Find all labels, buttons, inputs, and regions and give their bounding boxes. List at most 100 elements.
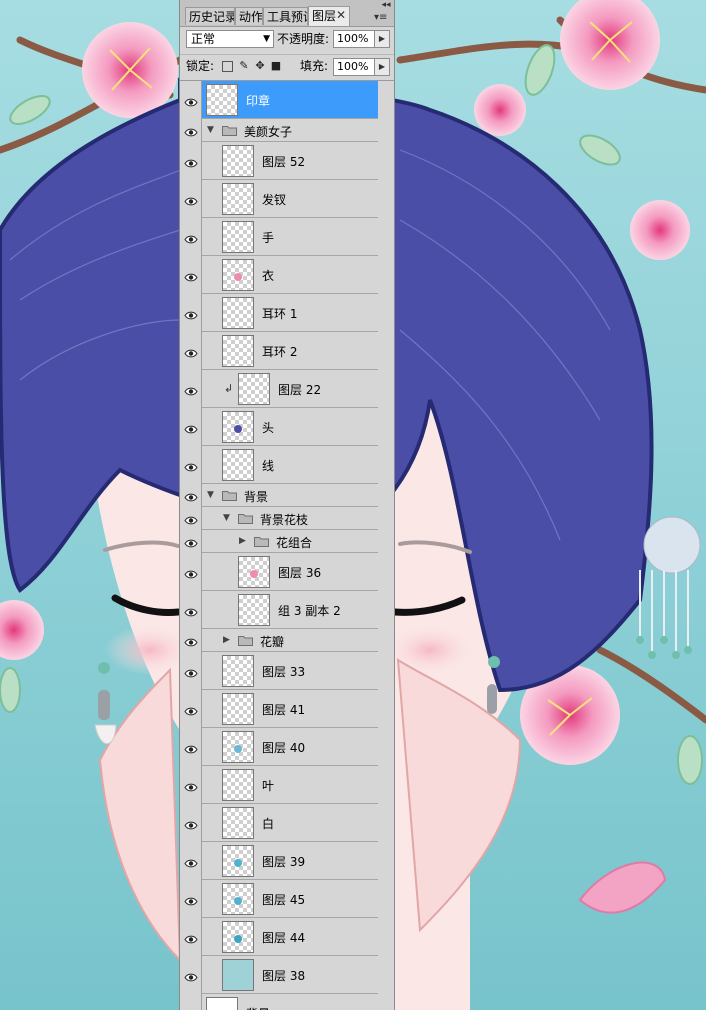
layer-row-24[interactable]: 图层 45 [180,880,394,918]
layer-thumbnail [222,183,254,215]
layer-row-18[interactable]: 图层 33 [180,652,394,690]
tab-tool-presets[interactable]: 工具预设 [263,7,308,25]
layer-row-1[interactable]: 印章 [180,81,394,119]
visibility-toggle[interactable] [180,142,202,180]
expand-triangle-closed-icon[interactable]: ▶ [239,536,246,546]
visibility-toggle[interactable] [180,370,202,408]
layer-row-15[interactable]: 图层 36 [180,553,394,591]
layer-row-4[interactable]: 发钗 [180,180,394,218]
visibility-toggle[interactable] [180,553,202,591]
layer-group-row-12[interactable]: ▼ 背景 [180,484,394,507]
layer-name: 背景花枝 [260,513,309,527]
layer-row-10[interactable]: 头 [180,408,394,446]
visibility-toggle[interactable] [180,842,202,880]
visibility-toggle[interactable] [180,484,202,507]
layer-row-25[interactable]: 图层 44 [180,918,394,956]
lock-position-move-icon[interactable]: ✥ [254,60,266,72]
eye-icon [184,781,198,792]
visibility-toggle[interactable] [180,766,202,804]
eye-icon [184,157,198,168]
visibility-toggle[interactable] [180,446,202,484]
lock-transparency-icon[interactable] [222,61,233,72]
visibility-toggle[interactable] [180,690,202,728]
panel-menu-icon[interactable]: ▾≡ [374,12,390,24]
panel-collapse-icon[interactable]: ◂◂ [380,0,392,10]
visibility-toggle[interactable] [180,804,202,842]
layer-row-11[interactable]: 线 [180,446,394,484]
visibility-toggle[interactable] [180,918,202,956]
visibility-toggle[interactable] [180,294,202,332]
expand-triangle-open-icon[interactable]: ▼ [207,125,214,135]
layer-thumbnail [222,655,254,687]
fill-slider-toggle-icon[interactable]: ▶ [374,58,390,76]
visibility-toggle[interactable] [180,332,202,370]
layer-group-row-2[interactable]: ▼ 美颜女子 [180,119,394,142]
layer-content: ▼ 背景花枝 [202,507,378,530]
opacity-slider-toggle-icon[interactable]: ▶ [374,30,390,48]
layer-content: 发钗 [202,180,378,218]
lock-pixels-brush-icon[interactable]: ✎ [238,60,250,72]
visibility-toggle[interactable] [180,180,202,218]
layer-name: 图层 40 [262,741,306,755]
layer-row-3[interactable]: 图层 52 [180,142,394,180]
layer-name: 白 [262,817,275,831]
visibility-toggle[interactable] [180,994,202,1010]
layer-content: 图层 40 [202,728,378,766]
layer-row-26[interactable]: 图层 38 [180,956,394,994]
layer-row-21[interactable]: 叶 [180,766,394,804]
blend-mode-select[interactable]: 正常 ▼ [186,30,274,48]
layer-row-9[interactable]: ↲ 图层 22 [180,370,394,408]
visibility-toggle[interactable] [180,408,202,446]
folder-icon [222,490,237,501]
layer-name: 背景 [244,490,269,504]
visibility-toggle[interactable] [180,507,202,530]
visibility-toggle[interactable] [180,218,202,256]
layer-row-8[interactable]: 耳环 2 [180,332,394,370]
thumbnail-artwork [234,859,242,867]
tab-close-icon[interactable]: ✕ [335,9,347,21]
layer-content: 组 3 副本 2 [202,591,378,629]
layer-row-19[interactable]: 图层 41 [180,690,394,728]
visibility-toggle[interactable] [180,728,202,766]
layer-group-row-14[interactable]: ▶ 花组合 [180,530,394,553]
folder-icon [238,513,253,524]
layers-panel: 历史记录 动作 工具预设 图层 ✕ ◂◂ ▾≡ 正常 ▼ 不透明度: 100% … [179,0,395,1010]
visibility-toggle[interactable] [180,256,202,294]
layer-name: 图层 52 [262,155,306,169]
blend-row: 正常 ▼ 不透明度: 100% ▶ [180,27,394,53]
layer-group-row-17[interactable]: ▶ 花瓣 [180,629,394,652]
opacity-input[interactable]: 100% [333,30,375,48]
fill-label: 填充: [300,59,329,73]
tab-actions[interactable]: 动作 [235,7,263,25]
layer-row-20[interactable]: 图层 40 [180,728,394,766]
lock-all-icon[interactable]: ■ [270,60,282,72]
tab-history[interactable]: 历史记录 [185,7,235,25]
visibility-toggle[interactable] [180,591,202,629]
expand-triangle-closed-icon[interactable]: ▶ [223,635,230,645]
fill-input[interactable]: 100% [333,58,375,76]
layer-row-27[interactable]: 背景 [180,994,394,1010]
expand-triangle-open-icon[interactable]: ▼ [223,513,230,523]
layer-row-7[interactable]: 耳环 1 [180,294,394,332]
eye-icon [184,606,198,617]
layer-row-23[interactable]: 图层 39 [180,842,394,880]
layer-group-row-13[interactable]: ▼ 背景花枝 [180,507,394,530]
visibility-toggle[interactable] [180,880,202,918]
visibility-toggle[interactable] [180,119,202,142]
layer-row-5[interactable]: 手 [180,218,394,256]
layer-thumbnail [238,556,270,588]
layer-row-22[interactable]: 白 [180,804,394,842]
visibility-toggle[interactable] [180,530,202,553]
layer-content: 衣 [202,256,378,294]
visibility-toggle[interactable] [180,956,202,994]
layer-name: 组 3 副本 2 [278,604,341,618]
visibility-toggle[interactable] [180,652,202,690]
expand-triangle-open-icon[interactable]: ▼ [207,490,214,500]
layer-row-16[interactable]: 组 3 副本 2 [180,591,394,629]
visibility-toggle[interactable] [180,81,202,119]
layer-name: 图层 38 [262,969,306,983]
layer-thumbnail [222,845,254,877]
layer-row-6[interactable]: 衣 [180,256,394,294]
visibility-toggle[interactable] [180,629,202,652]
layer-content: 背景 [202,994,378,1010]
